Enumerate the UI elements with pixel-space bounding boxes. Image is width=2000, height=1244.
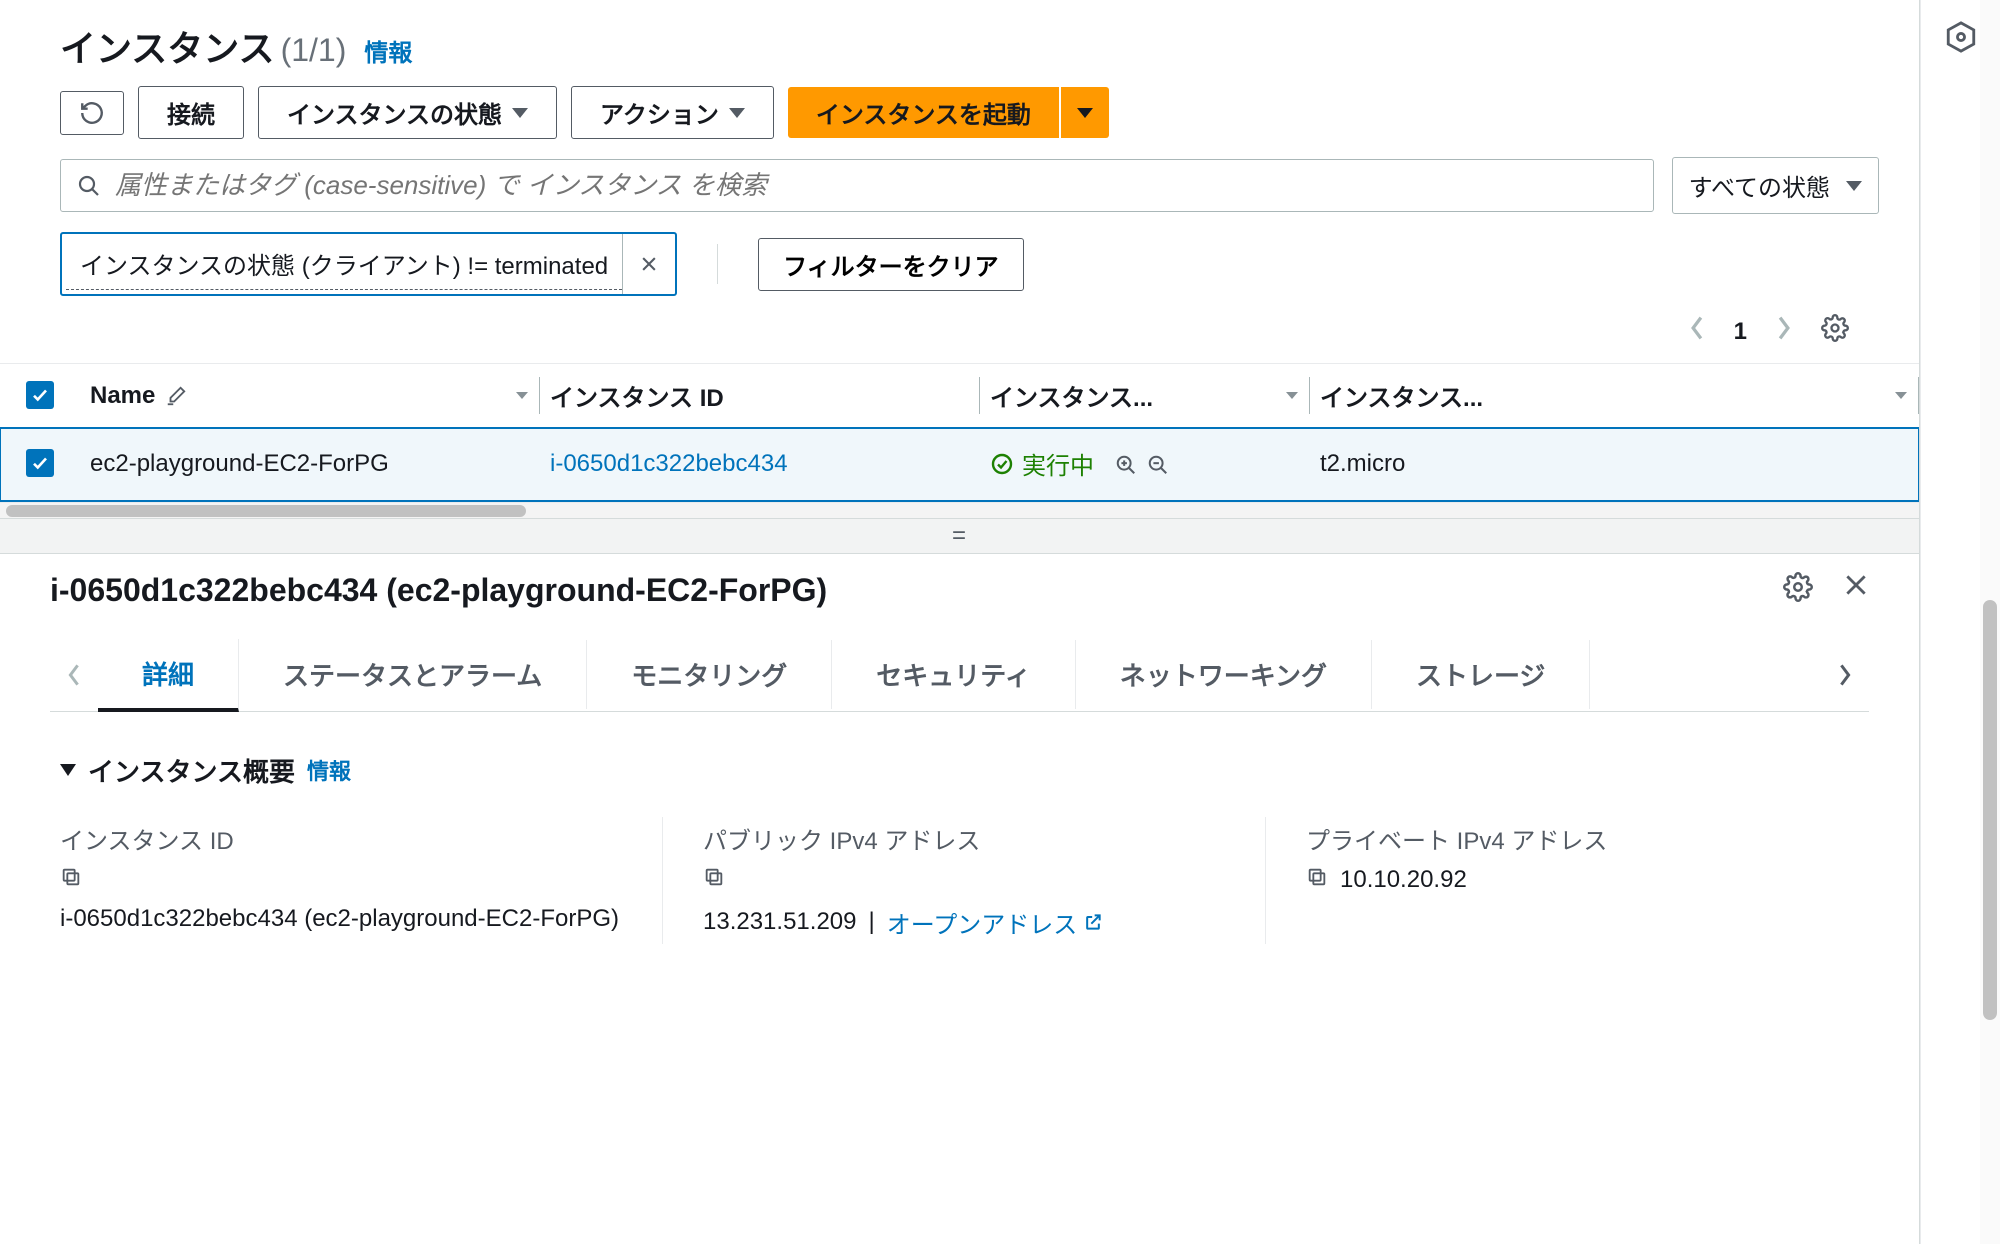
copy-icon[interactable] [703, 866, 725, 895]
actions-dropdown[interactable]: アクション [571, 86, 774, 139]
col-instance-type[interactable]: インスタンス... [1320, 378, 1483, 413]
split-handle[interactable]: = [0, 518, 1919, 554]
table-settings-button[interactable] [1821, 314, 1849, 349]
external-link-icon [1083, 912, 1103, 932]
label-instance-id: インスタンス ID [60, 821, 622, 856]
select-all-checkbox[interactable] [26, 381, 54, 409]
search-box[interactable] [60, 159, 1654, 212]
vertical-scrollbar[interactable] [1980, 0, 2000, 1244]
clear-filters-button[interactable]: フィルターをクリア [758, 238, 1024, 291]
sort-icon[interactable] [1284, 382, 1300, 410]
scrollbar-thumb[interactable] [6, 505, 526, 517]
launch-instance-caret[interactable] [1061, 87, 1109, 138]
tabs-scroll-right[interactable] [1821, 639, 1869, 711]
tab-details[interactable]: 詳細 [98, 639, 239, 712]
value-instance-id: i-0650d1c322bebc434 (ec2-playground-EC2-… [60, 905, 622, 933]
disclosure-icon[interactable] [60, 764, 76, 776]
sort-icon[interactable] [1893, 382, 1909, 410]
value-private-ip: 10.10.20.92 [1340, 866, 1467, 894]
caret-down-icon [1846, 181, 1862, 191]
divider [717, 244, 718, 284]
info-link[interactable]: 情報 [364, 33, 412, 68]
copy-icon[interactable] [1306, 866, 1328, 895]
refresh-button[interactable] [60, 91, 124, 135]
tab-storage[interactable]: ストレージ [1372, 640, 1590, 709]
search-icon [77, 174, 101, 198]
detail-tabs: 詳細 ステータスとアラーム モニタリング セキュリティ ネットワーキング ストレ… [50, 639, 1869, 712]
page-title: インスタンス(1/1) [60, 20, 346, 72]
filter-chip: インスタンスの状態 (クライアント) != terminated [60, 232, 677, 296]
label-private-ip: プライベート IPv4 アドレス [1306, 821, 1829, 856]
cell-name: ec2-playground-EC2-ForPG [80, 428, 540, 502]
detail-settings-button[interactable] [1783, 572, 1813, 608]
page-next[interactable] [1775, 315, 1793, 348]
state-filter-select[interactable]: すべての状態 [1672, 157, 1879, 214]
page-prev[interactable] [1688, 315, 1706, 348]
cell-instance-id[interactable]: i-0650d1c322bebc434 [550, 450, 788, 477]
search-input[interactable] [115, 170, 1637, 201]
instance-state-dropdown[interactable]: インスタンスの状態 [258, 86, 557, 139]
tab-security[interactable]: セキュリティ [832, 640, 1075, 709]
caret-down-icon [1077, 108, 1093, 118]
copy-icon[interactable] [60, 866, 82, 895]
cell-state: 実行中 [990, 446, 1094, 481]
col-instance-state[interactable]: インスタンス... [990, 378, 1153, 413]
overview-heading: インスタンス概要 [88, 752, 295, 789]
page-number: 1 [1734, 318, 1747, 346]
tab-monitoring[interactable]: モニタリング [587, 640, 832, 709]
filter-chip-text[interactable]: インスタンスの状態 (クライアント) != terminated [66, 238, 622, 290]
zoom-in-icon[interactable] [1115, 454, 1137, 483]
launch-instance-button[interactable]: インスタンスを起動 [788, 87, 1059, 138]
sort-icon[interactable] [514, 382, 530, 410]
row-checkbox[interactable] [26, 449, 54, 477]
horizontal-scrollbar[interactable] [0, 502, 1919, 518]
connect-button[interactable]: 接続 [138, 86, 244, 139]
cell-type: t2.micro [1310, 428, 1919, 502]
caret-down-icon [512, 108, 528, 118]
tabs-scroll-left[interactable] [50, 639, 98, 711]
detail-close-button[interactable] [1843, 572, 1869, 608]
status-ok-icon [990, 452, 1014, 476]
tab-networking[interactable]: ネットワーキング [1076, 640, 1372, 709]
edit-icon[interactable] [165, 385, 187, 407]
instances-table: Name インスタンス ID [0, 364, 1919, 502]
col-name[interactable]: Name [90, 382, 155, 410]
label-public-ip: パブリック IPv4 アドレス [703, 821, 1225, 856]
overview-info-link[interactable]: 情報 [307, 754, 351, 786]
right-rail [1920, 0, 2000, 1244]
scrollbar-thumb[interactable] [1983, 600, 1997, 1020]
value-public-ip: 13.231.51.209 [703, 908, 856, 936]
open-address-link[interactable]: オープンアドレス [887, 905, 1104, 940]
col-instance-id[interactable]: インスタンス ID [550, 378, 724, 413]
table-row[interactable]: ec2-playground-EC2-ForPG i-0650d1c322beb… [0, 428, 1919, 502]
tab-status[interactable]: ステータスとアラーム [239, 640, 587, 709]
refresh-icon [79, 100, 105, 126]
zoom-out-icon[interactable] [1147, 454, 1169, 483]
caret-down-icon [729, 108, 745, 118]
filter-chip-remove[interactable] [622, 234, 675, 294]
instance-count: (1/1) [281, 32, 347, 68]
detail-title: i-0650d1c322bebc434 (ec2-playground-EC2-… [50, 572, 827, 609]
